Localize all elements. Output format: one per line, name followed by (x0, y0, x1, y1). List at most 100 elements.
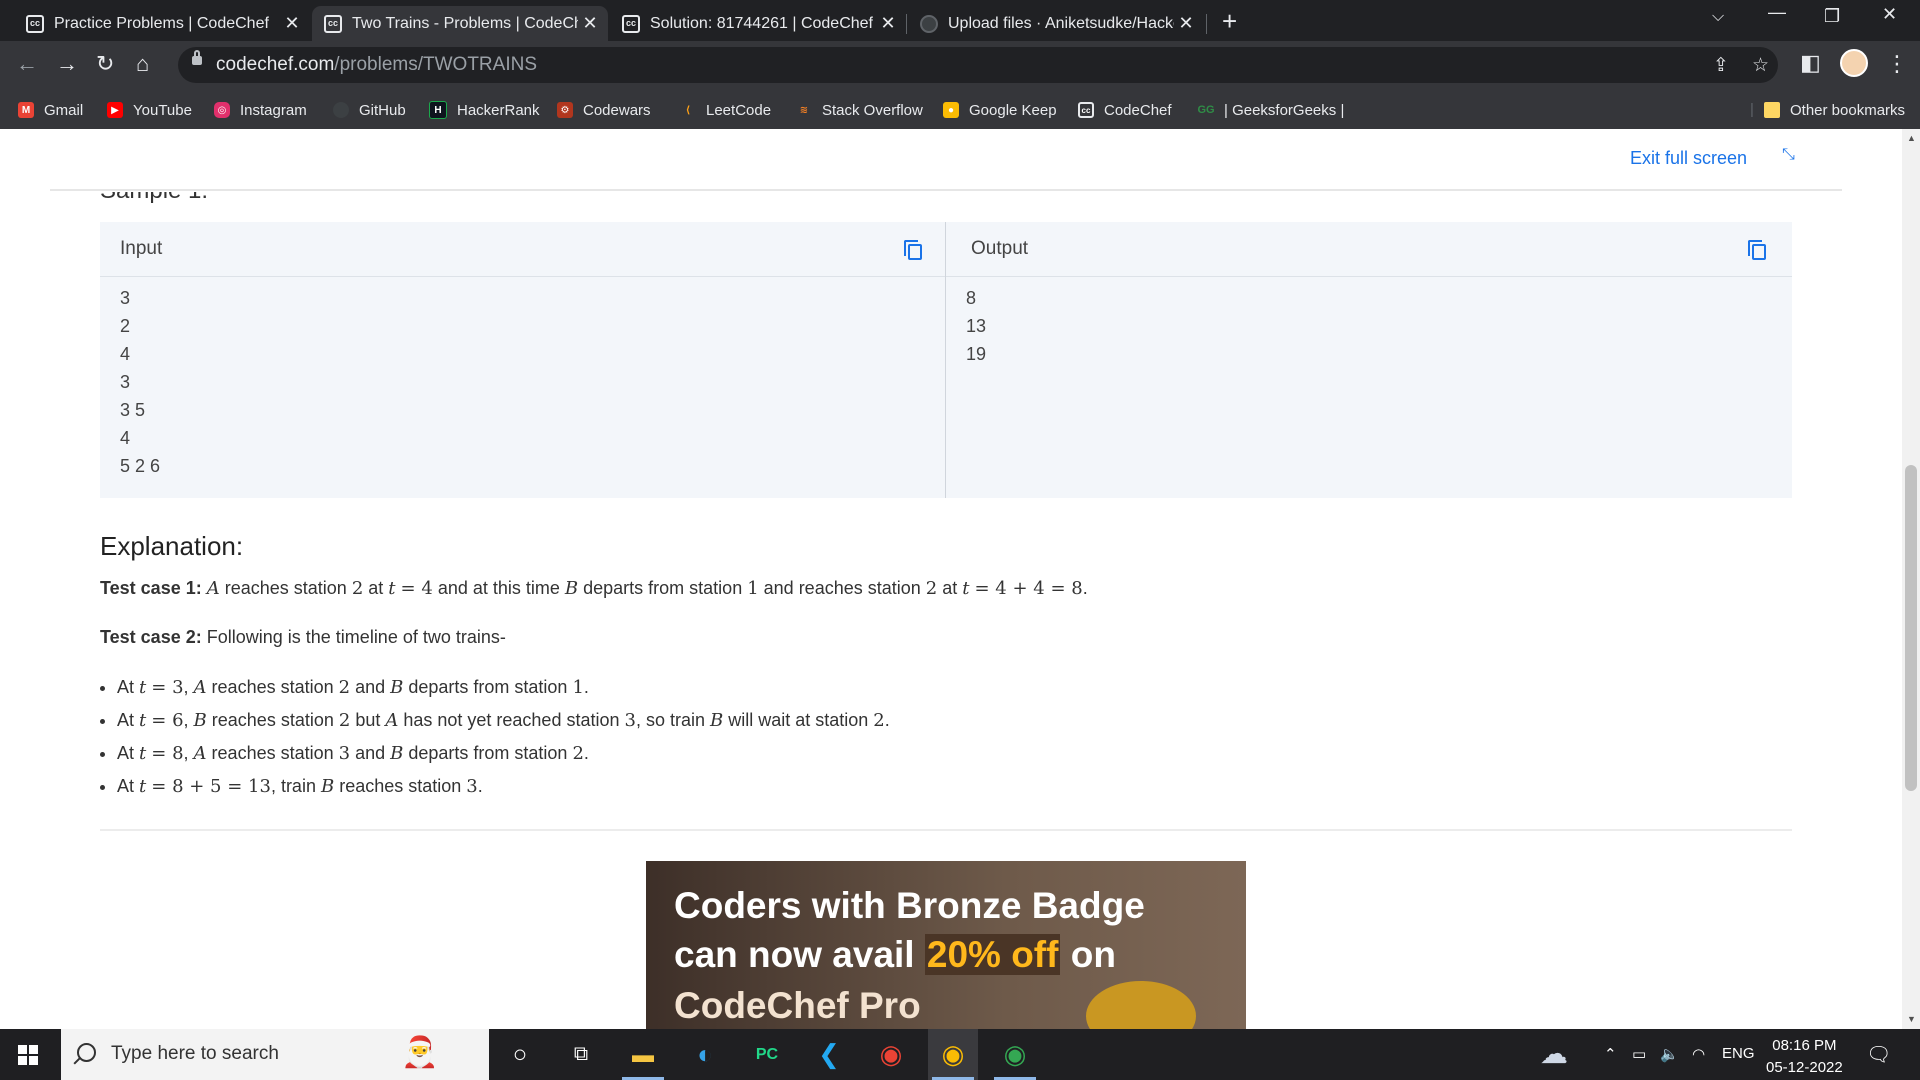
exit-fullscreen-link[interactable]: Exit full screen (1630, 148, 1747, 169)
share-icon[interactable]: ⇪ (1713, 54, 1729, 77)
task-view-icon[interactable]: ⧉ (556, 1029, 606, 1080)
bookmark-instagram[interactable]: ◎ Instagram (214, 99, 307, 121)
bookmark-star-icon[interactable]: ☆ (1752, 54, 1769, 77)
tab-separator (1206, 14, 1207, 34)
bookmark-codewars[interactable]: ⚙ Codewars (557, 99, 651, 121)
list-item: At t = 6, B reaches station 2 but A has … (117, 704, 890, 737)
pycharm-icon[interactable]: PC (742, 1029, 792, 1080)
other-bookmarks[interactable]: Other bookmarks (1764, 99, 1905, 121)
bookmark-geeksforgeeks[interactable]: GG | GeeksforGeeks | (1197, 99, 1344, 121)
input-lines: 3 2 4 3 3 5 4 5 2 6 (120, 284, 160, 480)
banner-text: can now avail (674, 934, 925, 975)
test-case-2-paragraph: Test case 2: Following is the timeline o… (100, 627, 506, 648)
chrome-profile-icon[interactable]: ◉ (928, 1029, 978, 1080)
bookmark-codechef[interactable]: cc CodeChef (1078, 99, 1172, 121)
input-line: 5 2 6 (120, 456, 161, 476)
battery-icon[interactable]: ▭ (1632, 1045, 1646, 1063)
explanation-heading: Explanation: (100, 531, 244, 561)
edge-icon[interactable]: ◐ (680, 1029, 730, 1080)
collapse-icon[interactable]: ⤡ (1782, 146, 1795, 164)
file-explorer-icon[interactable]: ▬ (618, 1029, 668, 1080)
lock-icon[interactable] (192, 50, 202, 65)
input-line: 4 (120, 344, 131, 364)
list-item: At t = 3, A reaches station 2 and B depa… (117, 671, 890, 704)
github-icon (333, 102, 349, 118)
chrome-profile-2-icon[interactable]: ◉ (990, 1029, 1040, 1080)
side-panel-icon[interactable]: ◧ (1800, 50, 1821, 76)
back-button[interactable]: ← (16, 51, 38, 77)
output-line: 19 (966, 344, 987, 364)
bookmark-label: Gmail (44, 101, 84, 119)
bookmark-leetcode[interactable]: ⟨ LeetCode (680, 99, 771, 121)
bookmark-label: LeetCode (706, 101, 772, 119)
close-icon[interactable]: ✕ (578, 13, 602, 34)
codewars-icon: ⚙ (557, 102, 573, 118)
forward-button[interactable]: → (56, 51, 78, 77)
bookmark-stack-overflow[interactable]: ≋ Stack Overflow (796, 99, 923, 121)
browser-toolbar: ← → ↻ ⌂ codechef.com/problems/TWOTRAINS … (0, 41, 1920, 89)
language-indicator[interactable]: ENG (1722, 1045, 1755, 1062)
show-hidden-icons[interactable]: ⌃ (1604, 1045, 1617, 1063)
address-bar[interactable]: codechef.com/problems/TWOTRAINS ⇪ ☆ (178, 47, 1778, 83)
system-clock[interactable]: 08:16 PM 05-12-2022 (1766, 1035, 1843, 1079)
tab-two-trains[interactable]: cc Two Trains - Problems | CodeChef ✕ (312, 6, 608, 41)
clock-date: 05-12-2022 (1766, 1059, 1843, 1076)
bookmark-google-keep[interactable]: ● Google Keep (943, 99, 1057, 121)
hackerrank-icon: H (429, 101, 447, 119)
leetcode-icon: ⟨ (685, 104, 691, 116)
taskbar-search-box[interactable]: Type here to search 🎅 (61, 1029, 489, 1080)
codechef-icon: cc (622, 14, 640, 33)
weather-icon[interactable]: ☁ (1540, 1037, 1568, 1070)
bookmark-separator: | (1750, 100, 1754, 118)
vscode-icon[interactable]: ❮ (804, 1029, 854, 1080)
promo-banner[interactable]: Coders with Bronze Badge can now avail 2… (646, 861, 1246, 1029)
tab-title: Two Trains - Problems | CodeChef (352, 14, 578, 32)
volume-icon[interactable]: 🔈 (1660, 1045, 1679, 1063)
tab-search-icon[interactable]: ⌵ (1712, 8, 1724, 26)
bookmark-github[interactable]: GitHub (333, 99, 406, 121)
new-tab-button[interactable]: + (1222, 6, 1237, 37)
test-case-1-paragraph: Test case 1: A reaches station 2 at t = … (100, 578, 1088, 599)
sample-io-box: Input Output 3 2 4 3 3 5 4 5 2 6 8 13 19 (100, 222, 1792, 498)
input-line: 3 (120, 288, 131, 308)
restore-button[interactable]: ❐ (1824, 6, 1840, 27)
chrome-icon[interactable]: ◉ (866, 1029, 916, 1080)
bookmark-hackerrank[interactable]: H HackerRank (429, 99, 540, 121)
close-icon[interactable]: ✕ (876, 13, 900, 34)
search-placeholder: Type here to search (111, 1043, 279, 1064)
scrollbar-thumb[interactable] (1905, 465, 1917, 791)
tab-title: Solution: 81744261 | CodeChef (650, 14, 873, 32)
tab-practice-problems[interactable]: cc Practice Problems | CodeChef ✕ (14, 6, 310, 41)
cortana-icon[interactable]: ○ (495, 1029, 545, 1080)
copy-input-icon[interactable] (904, 240, 922, 260)
bookmark-label: Stack Overflow (822, 101, 923, 119)
home-button[interactable]: ⌂ (136, 51, 149, 77)
tab-upload-files[interactable]: Upload files · Aniketsudke/HackerRank ✕ (908, 6, 1204, 41)
minimize-button[interactable]: — (1768, 2, 1786, 23)
notification-icon[interactable]: 🗨 (1866, 1042, 1891, 1067)
bookmark-label: GitHub (359, 101, 406, 119)
menu-icon[interactable]: ⋮ (1886, 51, 1908, 77)
scroll-down-icon[interactable]: ▼ (1907, 1014, 1916, 1024)
scroll-up-icon[interactable]: ▲ (1907, 133, 1916, 143)
avatar[interactable] (1840, 49, 1868, 77)
close-icon[interactable]: ✕ (280, 13, 304, 34)
bookmark-label: Instagram (240, 101, 307, 119)
input-header: Input (120, 238, 163, 259)
test-case-2-label: Test case 2: (100, 627, 202, 647)
output-header: Output (971, 238, 1029, 259)
bookmark-gmail[interactable]: M Gmail (18, 99, 83, 121)
search-icon (77, 1043, 96, 1062)
bookmark-youtube[interactable]: ▶ YouTube (107, 99, 192, 121)
copy-output-icon[interactable] (1748, 240, 1766, 260)
github-icon (920, 14, 938, 33)
bookmark-label: YouTube (133, 101, 192, 119)
close-window-button[interactable]: ✕ (1882, 4, 1897, 25)
tab-solution[interactable]: cc Solution: 81744261 | CodeChef ✕ (610, 6, 906, 41)
url-text[interactable]: codechef.com/problems/TWOTRAINS (216, 54, 537, 76)
reload-button[interactable]: ↻ (96, 51, 114, 77)
close-icon[interactable]: ✕ (1174, 13, 1198, 34)
page-scrollbar[interactable]: ▲ ▼ (1902, 129, 1920, 1029)
windows-start-icon[interactable] (18, 1045, 38, 1065)
wifi-icon[interactable]: ◠ (1692, 1045, 1705, 1063)
